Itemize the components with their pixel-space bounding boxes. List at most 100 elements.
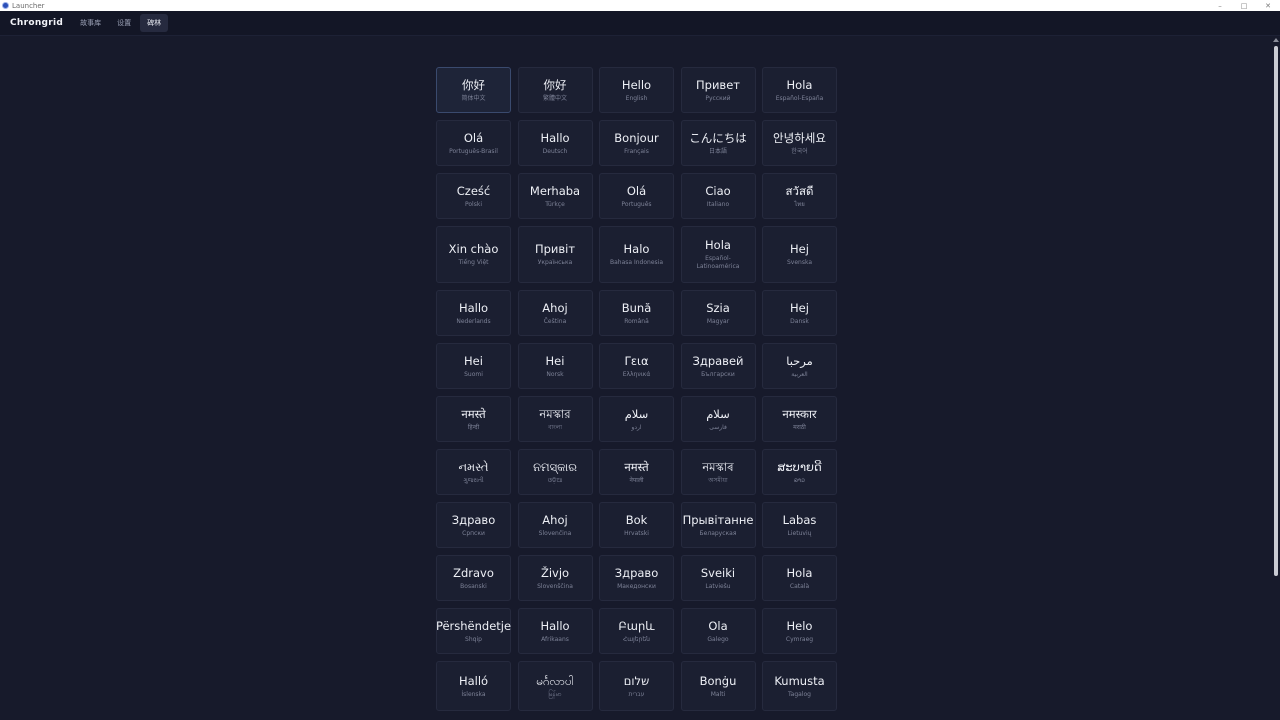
language-card[interactable]: નમસ્તે ગુજરાતી (436, 449, 511, 495)
greeting-text: Ahoj (542, 300, 568, 315)
greeting-text: Здраво (451, 512, 496, 527)
language-card[interactable]: Labas Lietuvių (762, 502, 837, 548)
greeting-text: Hola (786, 565, 813, 580)
minimize-icon[interactable]: – (1208, 0, 1232, 11)
greeting-text: Labas (782, 512, 817, 527)
language-card[interactable]: নমস্কার বাংলা (517, 396, 593, 442)
maximize-icon[interactable]: □ (1232, 0, 1256, 11)
language-card[interactable]: ନମସ୍କାର ଓଡ଼ିଆ (517, 449, 593, 495)
language-card[interactable]: Hola Español-España (762, 67, 837, 113)
language-card[interactable]: Bonġu Malti (680, 661, 756, 711)
language-card[interactable]: Здраво Српски (436, 502, 511, 548)
scroll-up-icon[interactable] (1273, 38, 1279, 42)
language-name: Magyar (706, 317, 730, 325)
language-card[interactable]: Helo Cymraeg (762, 608, 837, 654)
language-card[interactable]: Szia Magyar (680, 290, 756, 336)
greeting-text: Hei (545, 353, 565, 368)
greeting-text: Привіт (534, 242, 576, 256)
language-card[interactable]: שלום עברית (599, 661, 674, 711)
language-card[interactable]: Hej Dansk (762, 290, 837, 336)
language-card[interactable]: Hallo Deutsch (517, 120, 593, 166)
language-name: Български (701, 370, 735, 378)
language-card[interactable]: Hallo Nederlands (436, 290, 511, 336)
language-name: Беларуская (699, 529, 737, 537)
nav-tab-stele-forest[interactable]: 碑林 (140, 14, 169, 32)
language-card[interactable]: Hola Català (762, 555, 837, 601)
vertical-scrollbar[interactable] (1272, 36, 1280, 720)
language-card[interactable]: Hei Norsk (517, 343, 593, 389)
language-card[interactable]: Hola Español- Latinoamérica (680, 226, 756, 283)
language-card[interactable]: Merhaba Türkçe (517, 173, 593, 219)
greeting-text: नमस्कार (782, 406, 817, 421)
language-card[interactable]: سلام فارسی (680, 396, 756, 442)
language-card[interactable]: नमस्ते हिन्दी (436, 396, 511, 442)
greeting-text: Привет (696, 77, 740, 92)
language-name: Latviešu (705, 582, 731, 590)
greeting-text: નમસ્તે (458, 459, 489, 474)
language-card[interactable]: Hej Svenska (762, 226, 837, 283)
language-card[interactable]: こんにちは 日本語 (680, 120, 756, 166)
language-card[interactable]: Здравей Български (680, 343, 756, 389)
language-card[interactable]: Olá Português-Brasil (436, 120, 511, 166)
language-name: नेपाली (629, 476, 644, 484)
greeting-text: Hello (621, 77, 652, 92)
greeting-text: 你好 (543, 77, 567, 92)
language-card[interactable]: 你好 简体中文 (436, 67, 511, 113)
window-controls: – □ ✕ (1208, 0, 1280, 11)
window-title: Launcher (12, 1, 45, 10)
language-card[interactable]: Ciao Italiano (680, 173, 756, 219)
language-card[interactable]: မင်္ဂလာပါ မြန်မာ (517, 661, 593, 711)
language-name: မြန်မာ (548, 690, 562, 698)
language-card[interactable]: Halo Bahasa Indonesia (599, 226, 674, 283)
language-card[interactable]: Olá Português (599, 173, 674, 219)
nav-tab-story-library[interactable]: 故事库 (73, 14, 108, 32)
language-card[interactable]: Halló Íslenska (436, 661, 511, 711)
greeting-text: Bună (621, 300, 652, 315)
language-card[interactable]: Kumusta Tagalog (762, 661, 837, 711)
language-card[interactable]: Բարև Հայերեն (599, 608, 674, 654)
language-card[interactable]: Hello English (599, 67, 674, 113)
close-icon[interactable]: ✕ (1256, 0, 1280, 11)
language-card[interactable]: नमस्ते नेपाली (599, 449, 674, 495)
language-card[interactable]: Živjo Slovenščina (517, 555, 593, 601)
language-card[interactable]: Привіт Українська (517, 226, 593, 283)
greeting-text: ສະບາຍດີ (777, 459, 822, 474)
language-name: Norsk (546, 370, 564, 378)
language-card[interactable]: Bonjour Français (599, 120, 674, 166)
nav-tab-settings[interactable]: 设置 (110, 14, 138, 32)
language-card[interactable]: नमस्कार मराठी (762, 396, 837, 442)
language-card[interactable]: নমস্কাৰ অসমীয়া (680, 449, 756, 495)
language-card[interactable]: Sveiki Latviešu (680, 555, 756, 601)
language-name: 简体中文 (461, 94, 486, 102)
language-card[interactable]: سلام اردو (599, 396, 674, 442)
language-card[interactable]: Cześć Polski (436, 173, 511, 219)
language-card[interactable]: Привет Русский (680, 67, 756, 113)
language-card[interactable]: Ahoj Čeština (517, 290, 593, 336)
language-card[interactable]: Përshëndetje Shqip (436, 608, 511, 654)
language-card[interactable]: Прывітанне Беларуская (680, 502, 756, 548)
language-card[interactable]: Γεια Ελληνικά (599, 343, 674, 389)
language-card[interactable]: Bună Română (599, 290, 674, 336)
language-card[interactable]: Hei Suomi (436, 343, 511, 389)
language-card[interactable]: 你好 繁體中文 (517, 67, 593, 113)
language-card[interactable]: مرحبا العربية (762, 343, 837, 389)
language-card[interactable]: Xin chào Tiếng Việt (436, 226, 511, 283)
language-card[interactable]: สวัสดี ไทย (762, 173, 837, 219)
language-name: हिन्दी (467, 423, 480, 431)
language-card[interactable]: Здраво Македонски (599, 555, 674, 601)
language-name: Slovenčina (538, 529, 572, 537)
language-card[interactable]: 안녕하세요 한국어 (762, 120, 837, 166)
language-name: Ελληνικά (622, 370, 651, 378)
language-card[interactable]: Hallo Afrikaans (517, 608, 593, 654)
language-name: বাংলা (548, 423, 562, 431)
language-card[interactable]: ສະບາຍດີ ລາວ (762, 449, 837, 495)
language-name: Malti (710, 690, 726, 698)
language-card[interactable]: Ola Galego (680, 608, 756, 654)
language-name: Íslenska (461, 690, 486, 698)
language-name: Română (624, 317, 649, 325)
scrollbar-thumb[interactable] (1274, 46, 1278, 576)
language-card[interactable]: Ahoj Slovenčina (517, 502, 593, 548)
language-card[interactable]: Zdravo Bosanski (436, 555, 511, 601)
brand-title: Chrongrid (10, 18, 64, 28)
language-card[interactable]: Bok Hrvatski (599, 502, 674, 548)
